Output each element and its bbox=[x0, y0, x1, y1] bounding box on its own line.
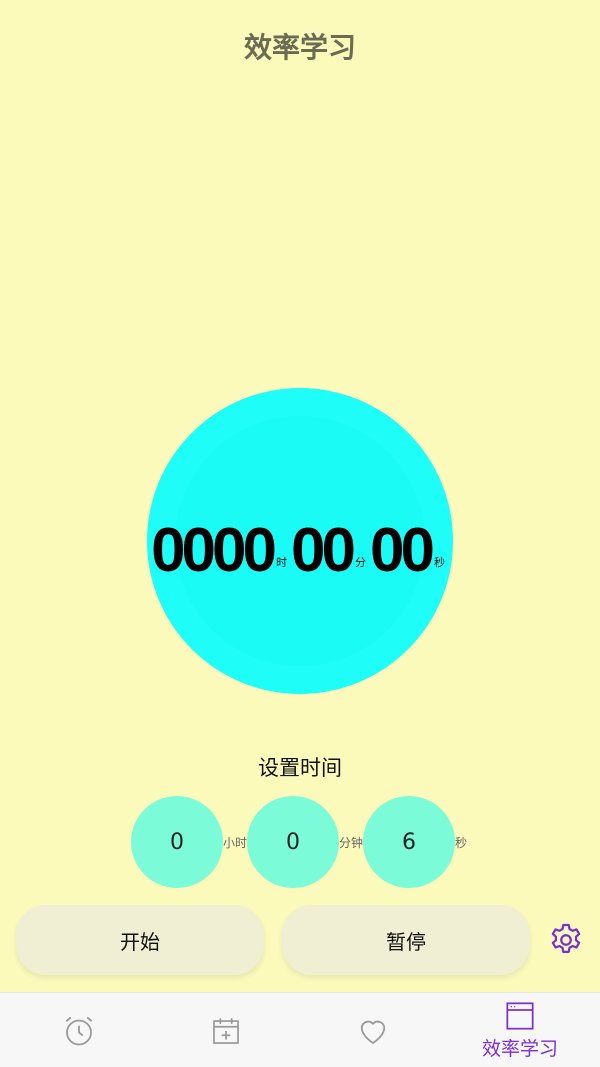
tab-efficiency-study[interactable]: 效率学习 bbox=[445, 993, 595, 1067]
heart-icon bbox=[360, 1020, 386, 1044]
timer-seconds-unit: 秒 bbox=[433, 556, 445, 569]
calendar-add-icon bbox=[213, 1017, 239, 1044]
minutes-picker[interactable]: 0 bbox=[247, 796, 339, 888]
pause-button[interactable]: 暂停 bbox=[282, 905, 530, 975]
tab-calendar[interactable] bbox=[151, 993, 301, 1067]
minutes-value: 0 bbox=[286, 829, 300, 855]
hours-value: 0 bbox=[170, 829, 184, 855]
time-setting-row: 0 小时 0 分钟 6 秒 bbox=[0, 796, 600, 888]
tab-favorites[interactable] bbox=[298, 993, 448, 1067]
timer-hours-unit: 时 bbox=[276, 556, 287, 569]
set-time-label: 设置时间 bbox=[258, 756, 342, 780]
timer-readout: 0000 时 00 分 00 秒 bbox=[0, 512, 600, 582]
timer-minutes-unit: 分 bbox=[354, 556, 366, 569]
seconds-value: 6 bbox=[402, 829, 416, 855]
tab-alarm[interactable] bbox=[4, 993, 154, 1067]
hours-unit-label: 小时 bbox=[223, 836, 248, 850]
window-icon bbox=[506, 1002, 534, 1030]
minutes-unit-label: 分钟 bbox=[339, 836, 364, 850]
timer-hours: 0000 bbox=[151, 516, 277, 585]
settings-gear-button[interactable] bbox=[546, 920, 586, 960]
seconds-unit-label: 秒 bbox=[455, 836, 468, 850]
bottom-tab-bar: 效率学习 bbox=[0, 992, 600, 1067]
timer-minutes: 00 bbox=[291, 516, 356, 585]
timer-seconds: 00 bbox=[369, 516, 435, 585]
alarm-clock-icon bbox=[65, 1016, 93, 1045]
gear-icon bbox=[551, 923, 581, 953]
tab-efficiency-study-label: 效率学习 bbox=[481, 1038, 558, 1060]
seconds-picker[interactable]: 6 bbox=[363, 796, 455, 888]
start-button[interactable]: 开始 bbox=[16, 905, 264, 975]
page-title: 效率学习 bbox=[243, 31, 356, 64]
hours-picker[interactable]: 0 bbox=[131, 796, 223, 888]
